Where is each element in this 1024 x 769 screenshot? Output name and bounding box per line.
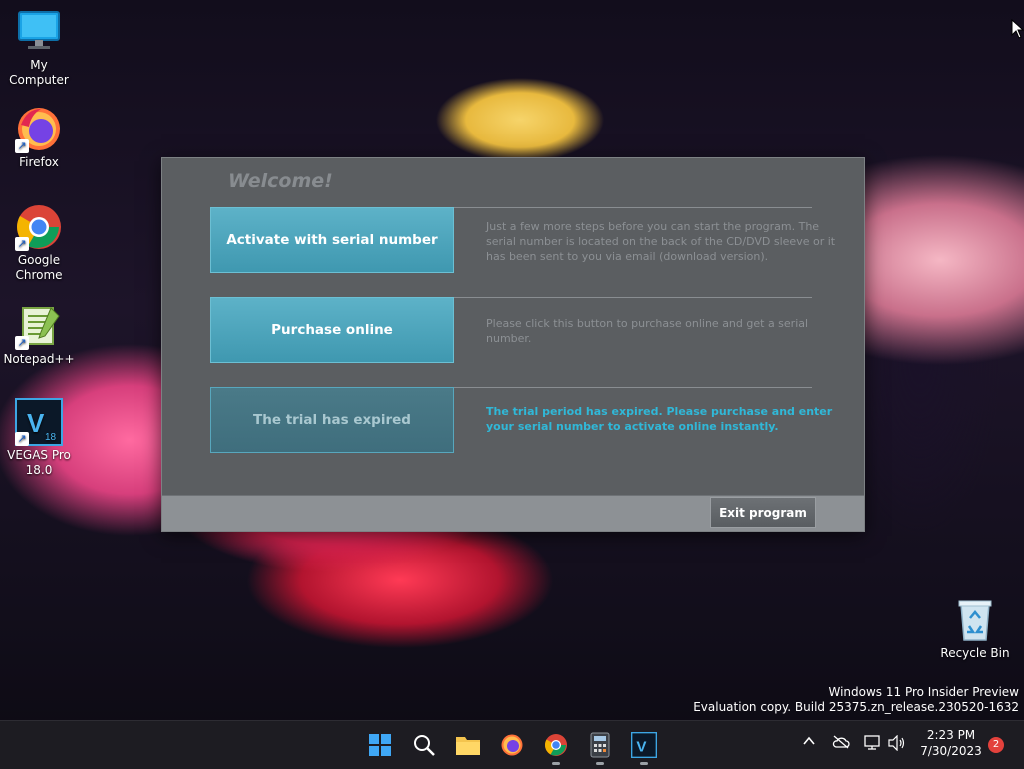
shortcut-arrow-icon: ↗ [15,139,29,153]
windows-watermark: Windows 11 Pro Insider Preview Evaluatio… [693,685,1019,715]
mouse-cursor-icon [1011,19,1024,39]
chrome-icon [545,734,567,756]
shortcut-arrow-icon: ↗ [15,336,29,350]
desktop-icon-vegas[interactable]: V 18 ↗ VEGAS Pro 18.0 [0,398,78,478]
network-icon [864,735,880,750]
taskbar-firefox[interactable] [498,731,526,759]
desktop-icon-firefox[interactable]: ↗ Firefox [0,105,78,170]
running-indicator [552,762,560,765]
trial-expired-button: The trial has expired [210,387,454,453]
taskbar-file-explorer[interactable] [454,731,482,759]
desktop-icon-notepadpp[interactable]: ↗ Notepad++ [0,302,78,367]
svg-text:V: V [636,739,646,756]
taskbar-calculator[interactable] [586,731,614,765]
start-button[interactable] [366,731,394,759]
activate-description: Just a few more steps before you can sta… [486,220,836,263]
watermark-edition: Windows 11 Pro Insider Preview [828,685,1019,699]
taskbar: V 2:23 PM 7/30/2023 2 [0,720,1024,769]
registration-dialog: Welcome! Activate with serial number Jus… [161,157,865,532]
start-icon [369,734,391,756]
desktop-icon-my-computer[interactable]: My Computer [0,8,78,88]
taskbar-vegas[interactable]: V [630,731,658,765]
chevron-up-icon [803,736,815,745]
recycle-bin-icon [951,596,999,644]
file-explorer-icon [456,737,480,755]
running-indicator [596,762,604,765]
desktop-icon-recycle-bin[interactable]: Recycle Bin [936,596,1014,661]
tray-volume[interactable] [888,734,906,755]
svg-text:V: V [27,408,45,438]
watermark-build: Evaluation copy. Build 25375.zn_release.… [693,700,1019,714]
desktop-icon-label: Notepad++ [3,352,75,366]
notepadpp-icon: ↗ [15,302,63,350]
trial-expired-description: The trial period has expired. Please pur… [486,405,833,433]
vegas-icon: V 18 ↗ [15,398,63,446]
shortcut-arrow-icon: ↗ [15,237,29,251]
dialog-footer: Exit program [162,495,864,531]
taskbar-chrome[interactable] [542,731,570,765]
firefox-icon [501,734,523,756]
tray-onedrive[interactable] [832,735,850,753]
activate-serial-button[interactable]: Activate with serial number [210,207,454,273]
firefox-icon: ↗ [15,105,63,153]
dialog-title: Welcome! [228,170,333,192]
tray-network[interactable] [864,735,882,755]
notification-badge[interactable]: 2 [988,737,1004,753]
svg-text:18: 18 [45,432,57,443]
desktop-icon-label: VEGAS Pro 18.0 [7,448,71,477]
desktop-icon-label: My Computer [9,58,69,87]
clock-time: 2:23 PM [926,728,976,742]
desktop-icon-label: Google Chrome [15,253,63,282]
monitor-icon [15,8,63,56]
desktop-icon-label: Recycle Bin [940,646,1010,660]
cloud-offline-icon [832,735,850,749]
purchase-online-button[interactable]: Purchase online [210,297,454,363]
tray-overflow-button[interactable] [802,734,816,752]
running-indicator [640,762,648,765]
clock-date: 7/30/2023 [920,744,982,758]
desktop-icon-label: Firefox [19,155,59,169]
desktop-icon-chrome[interactable]: ↗ Google Chrome [0,203,78,283]
search-icon [414,735,435,756]
chrome-icon: ↗ [15,203,63,251]
taskbar-search-button[interactable] [410,731,438,759]
vegas-icon: V [631,732,657,758]
purchase-description: Please click this button to purchase onl… [486,317,809,345]
exit-program-button[interactable]: Exit program [710,497,816,528]
speaker-icon [888,734,905,752]
calculator-icon [590,732,610,758]
shortcut-arrow-icon: ↗ [15,432,29,446]
taskbar-clock[interactable]: 2:23 PM 7/30/2023 [915,727,987,759]
